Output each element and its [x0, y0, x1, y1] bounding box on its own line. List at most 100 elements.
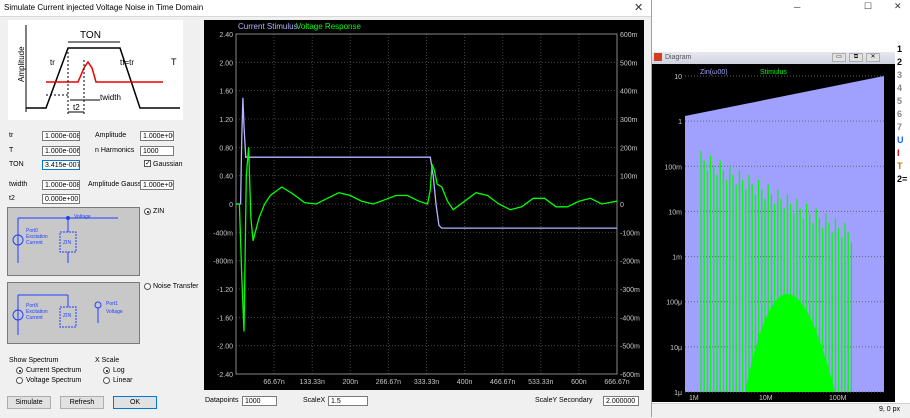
spectrum-x-tick: 1M: [689, 395, 699, 402]
port1-label: Port1: [106, 301, 118, 307]
spectrum-y-tick: 1: [678, 119, 682, 126]
diagram-restore-button[interactable]: ⧉: [849, 53, 863, 62]
port1-terminal: [94, 301, 102, 309]
diagram-minimize-button[interactable]: ▭: [832, 53, 846, 62]
scaley-label: ScaleY Secondary: [535, 397, 593, 404]
datapoints-field[interactable]: 1000: [242, 396, 277, 406]
tf-label: tf=tr: [120, 58, 134, 67]
side-icon-4[interactable]: 4: [897, 83, 902, 93]
noise-transfer-label: Noise Transfer: [153, 283, 199, 290]
current-spectrum-label: Current Spectrum: [26, 367, 82, 374]
x-tick-label: 266.67n: [376, 379, 401, 386]
log-label: Log: [113, 367, 125, 374]
x-tick-label: 66.67n: [263, 379, 285, 386]
t2-field[interactable]: 0.000e+00: [42, 194, 80, 204]
scalex-field[interactable]: 1.5: [328, 396, 368, 406]
maximize-button[interactable]: ☐: [864, 1, 872, 12]
refresh-button[interactable]: Refresh: [60, 396, 104, 409]
y-right-tick-label: 400m: [620, 89, 638, 96]
zin-label: ZIN: [63, 240, 72, 246]
log-radio[interactable]: [103, 367, 110, 374]
x-tick-label: 200n: [343, 379, 359, 386]
simulate-dialog: Simulate Current injected Voltage Noise …: [0, 0, 652, 417]
linear-radio[interactable]: [103, 377, 110, 384]
y-left-tick-label: -2.00: [217, 344, 233, 351]
simulate-button[interactable]: Simulate: [7, 396, 51, 409]
harmonics-field-label: n Harmonics: [95, 147, 135, 154]
side-icon-3[interactable]: 3: [897, 70, 902, 80]
voltage-spectrum-radio[interactable]: [16, 377, 23, 384]
close-window-button[interactable]: ✕: [894, 1, 902, 12]
spectrum-legend-zin: Zin(ω00): [700, 69, 728, 76]
y-left-tick-label: -1.20: [217, 287, 233, 294]
x-tick-label: 600n: [571, 379, 587, 386]
zin-radio[interactable]: [144, 208, 151, 215]
side-icon-8[interactable]: U: [897, 135, 904, 145]
diagram-close-button[interactable]: ✕: [866, 53, 880, 62]
legend-voltage: Voltage Response: [296, 22, 361, 31]
spectrum-y-tick: 1μ: [674, 390, 682, 397]
side-toolbar: 1 2 3 4 5 6 7 U I T 2=: [895, 44, 910, 204]
amplitude-field-label: Amplitude: [95, 132, 127, 139]
amp-gauss-field[interactable]: 1.000e+00: [140, 180, 174, 190]
y-right-tick-label: -600m: [620, 372, 640, 379]
side-icon-9[interactable]: I: [897, 148, 900, 158]
linear-label: Linear: [113, 377, 133, 384]
y-left-tick-label: 1.60: [219, 89, 233, 96]
amplitude-field[interactable]: 1.000e+00: [140, 131, 174, 141]
side-icon-2[interactable]: 2: [897, 57, 902, 67]
spectrum-y-tick: 10m: [668, 209, 682, 216]
close-icon[interactable]: ✕: [634, 1, 643, 14]
y-left-tick-label: 2.00: [219, 60, 233, 67]
noise-transfer-radio[interactable]: [144, 283, 151, 290]
twidth-field[interactable]: 1.000e-008: [42, 180, 80, 190]
spectrum-y-tick: 100m: [664, 164, 682, 171]
t-field[interactable]: 1.000e-006: [42, 146, 80, 156]
dialog-title: Simulate Current injected Voltage Noise …: [4, 3, 204, 12]
y-left-tick-label: 0.40: [219, 174, 233, 181]
tr-label: tr: [50, 58, 55, 67]
spectrum-y-tick: 10: [674, 74, 682, 81]
ok-button[interactable]: OK: [113, 396, 157, 409]
status-bar: 9, 0 px: [652, 403, 910, 418]
y-right-tick-label: 300m: [620, 117, 638, 124]
spectrum-x-tick: 100M: [829, 395, 847, 402]
pulse-diagram: Amplitude TON tr tf=tr T twidth t2: [8, 20, 183, 120]
current-spectrum-radio[interactable]: [16, 367, 23, 374]
t2-label: t2: [73, 103, 80, 112]
y-right-tick-label: -400m: [620, 315, 640, 322]
harmonics-field[interactable]: 1000: [140, 146, 174, 156]
x-tick-label: 466.67n: [490, 379, 515, 386]
spectrum-y-tick: 100μ: [666, 300, 682, 307]
tr-field[interactable]: 1.000e-008: [42, 131, 80, 141]
y-right-tick-label: 500m: [620, 60, 638, 67]
side-icon-1[interactable]: 1: [897, 44, 902, 54]
x-tick-label: 133.33n: [300, 379, 325, 386]
window-controls: ─ ☐ ✕: [790, 0, 910, 16]
y-left-tick-label: 2.40: [219, 32, 233, 39]
side-icon-7[interactable]: 7: [897, 122, 902, 132]
y-left-tick-label: 0.80: [219, 145, 233, 152]
spectrum-y-tick: 1m: [672, 255, 682, 262]
y-left-tick-label: -1.60: [217, 315, 233, 322]
ton-field[interactable]: 3.415e-007: [42, 160, 80, 170]
diagram-title: Diagram: [665, 54, 692, 61]
y-right-tick-label: -300m: [620, 287, 640, 294]
x-tick-label: 400n: [457, 379, 473, 386]
y-left-tick-label: -400m: [213, 230, 233, 237]
app-icon: [654, 53, 662, 61]
side-icon-10[interactable]: T: [897, 161, 903, 171]
scaley-field[interactable]: 2.000000: [603, 396, 639, 406]
y-right-tick-label: 100m: [620, 174, 638, 181]
chart-background: [204, 20, 644, 390]
voltage-spectrum-label: Voltage Spectrum: [26, 377, 82, 384]
minimize-button[interactable]: ─: [794, 2, 800, 12]
side-icon-5[interactable]: 5: [897, 96, 902, 106]
side-icon-6[interactable]: 6: [897, 109, 902, 119]
side-icon-11[interactable]: 2=: [897, 174, 907, 184]
time-domain-chart: 2.40 600m 2.00 500m 1.60 400m 1.20 300m 0.80 200m…: [204, 20, 644, 390]
y-left-tick-label: 0: [229, 202, 233, 209]
gaussian-checkbox[interactable]: ✓: [144, 160, 151, 167]
xscale-label: X Scale: [95, 357, 120, 364]
tr-field-label: tr: [9, 132, 14, 139]
